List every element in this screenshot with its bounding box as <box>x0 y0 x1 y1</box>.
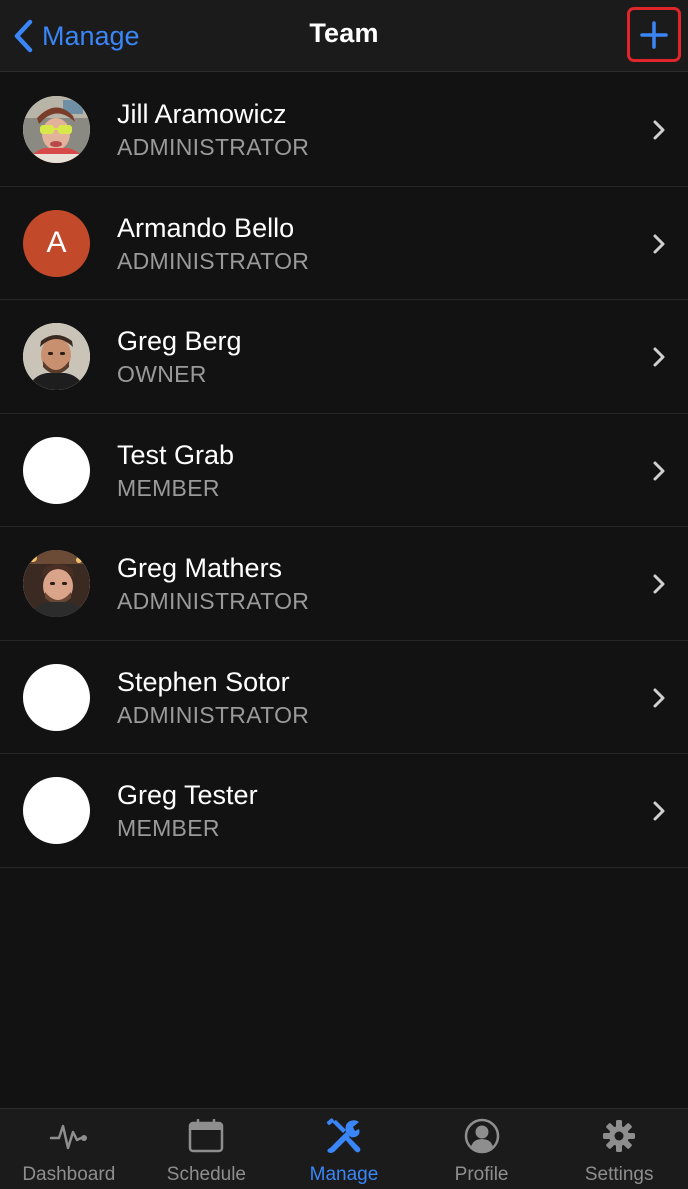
member-role: ADMINISTRATOR <box>117 134 310 160</box>
team-member-row[interactable]: A Armando Bello ADMINISTRATOR <box>0 187 688 300</box>
chevron-right-icon <box>653 461 665 480</box>
team-member-row[interactable]: Jill Aramowicz ADMINISTRATOR <box>0 73 688 187</box>
tab-bar: Dashboard Schedule Manage Profile Settin… <box>0 1108 688 1189</box>
team-member-row[interactable]: Greg Tester MEMBER <box>0 754 688 868</box>
member-role: MEMBER <box>117 474 220 501</box>
member-name: Jill Aramowicz <box>117 99 287 129</box>
tools-icon <box>326 1118 361 1153</box>
tab-schedule[interactable]: Schedule <box>138 1109 276 1189</box>
avatar <box>23 550 90 617</box>
avatar-photo <box>23 550 90 617</box>
tab-label: Settings <box>584 1164 654 1185</box>
pulse-icon <box>49 1124 87 1150</box>
team-member-row[interactable]: Stephen Sotor ADMINISTRATOR <box>0 641 688 754</box>
tab-manage[interactable]: Manage <box>275 1109 413 1189</box>
tab-dashboard[interactable]: Dashboard <box>0 1109 138 1189</box>
member-role: OWNER <box>117 361 207 387</box>
tab-profile[interactable]: Profile <box>413 1109 551 1189</box>
member-name: Greg Tester <box>117 780 258 810</box>
chevron-right-icon <box>653 574 665 594</box>
plus-icon <box>640 20 668 49</box>
team-list: Jill Aramowicz ADMINISTRATOR A Armando B… <box>0 73 688 868</box>
tab-label: Dashboard <box>22 1164 116 1185</box>
member-role: ADMINISTRATOR <box>117 588 310 614</box>
avatar <box>23 777 90 844</box>
person-icon <box>464 1118 499 1154</box>
page-title: Team <box>309 18 379 48</box>
member-name: Test Grab <box>117 439 235 470</box>
calendar-icon <box>189 1119 224 1153</box>
member-name: Greg Mathers <box>117 553 283 583</box>
chevron-right-icon <box>653 234 665 253</box>
member-role: ADMINISTRATOR <box>117 701 310 728</box>
member-role: MEMBER <box>117 815 220 841</box>
avatar-photo <box>23 96 90 163</box>
add-member-button[interactable] <box>627 7 681 62</box>
chevron-right-icon <box>653 688 665 707</box>
member-name: Greg Berg <box>117 326 242 356</box>
avatar: A <box>23 209 90 277</box>
tab-label: Schedule <box>166 1164 246 1185</box>
member-name: Stephen Sotor <box>117 666 290 697</box>
team-member-row[interactable]: Test Grab MEMBER <box>0 414 688 527</box>
avatar <box>23 96 90 163</box>
tab-label: Manage <box>309 1164 379 1185</box>
team-member-row[interactable]: Greg Mathers ADMINISTRATOR <box>0 527 688 641</box>
member-role: ADMINISTRATOR <box>117 247 310 274</box>
tab-label: Profile <box>454 1164 509 1185</box>
team-member-row[interactable]: Greg Berg OWNER <box>0 300 688 414</box>
avatar <box>23 663 90 731</box>
chevron-right-icon <box>653 120 665 140</box>
chevron-right-icon <box>653 801 665 821</box>
avatar <box>23 323 90 390</box>
gear-icon <box>603 1120 636 1152</box>
avatar-initial: A <box>46 226 67 259</box>
avatar <box>23 436 90 504</box>
chevron-right-icon <box>653 347 665 367</box>
tab-settings[interactable]: Settings <box>550 1109 688 1189</box>
navigation-bar: Manage Team <box>0 0 688 72</box>
avatar-photo <box>23 323 90 390</box>
member-name: Armando Bello <box>117 212 295 243</box>
